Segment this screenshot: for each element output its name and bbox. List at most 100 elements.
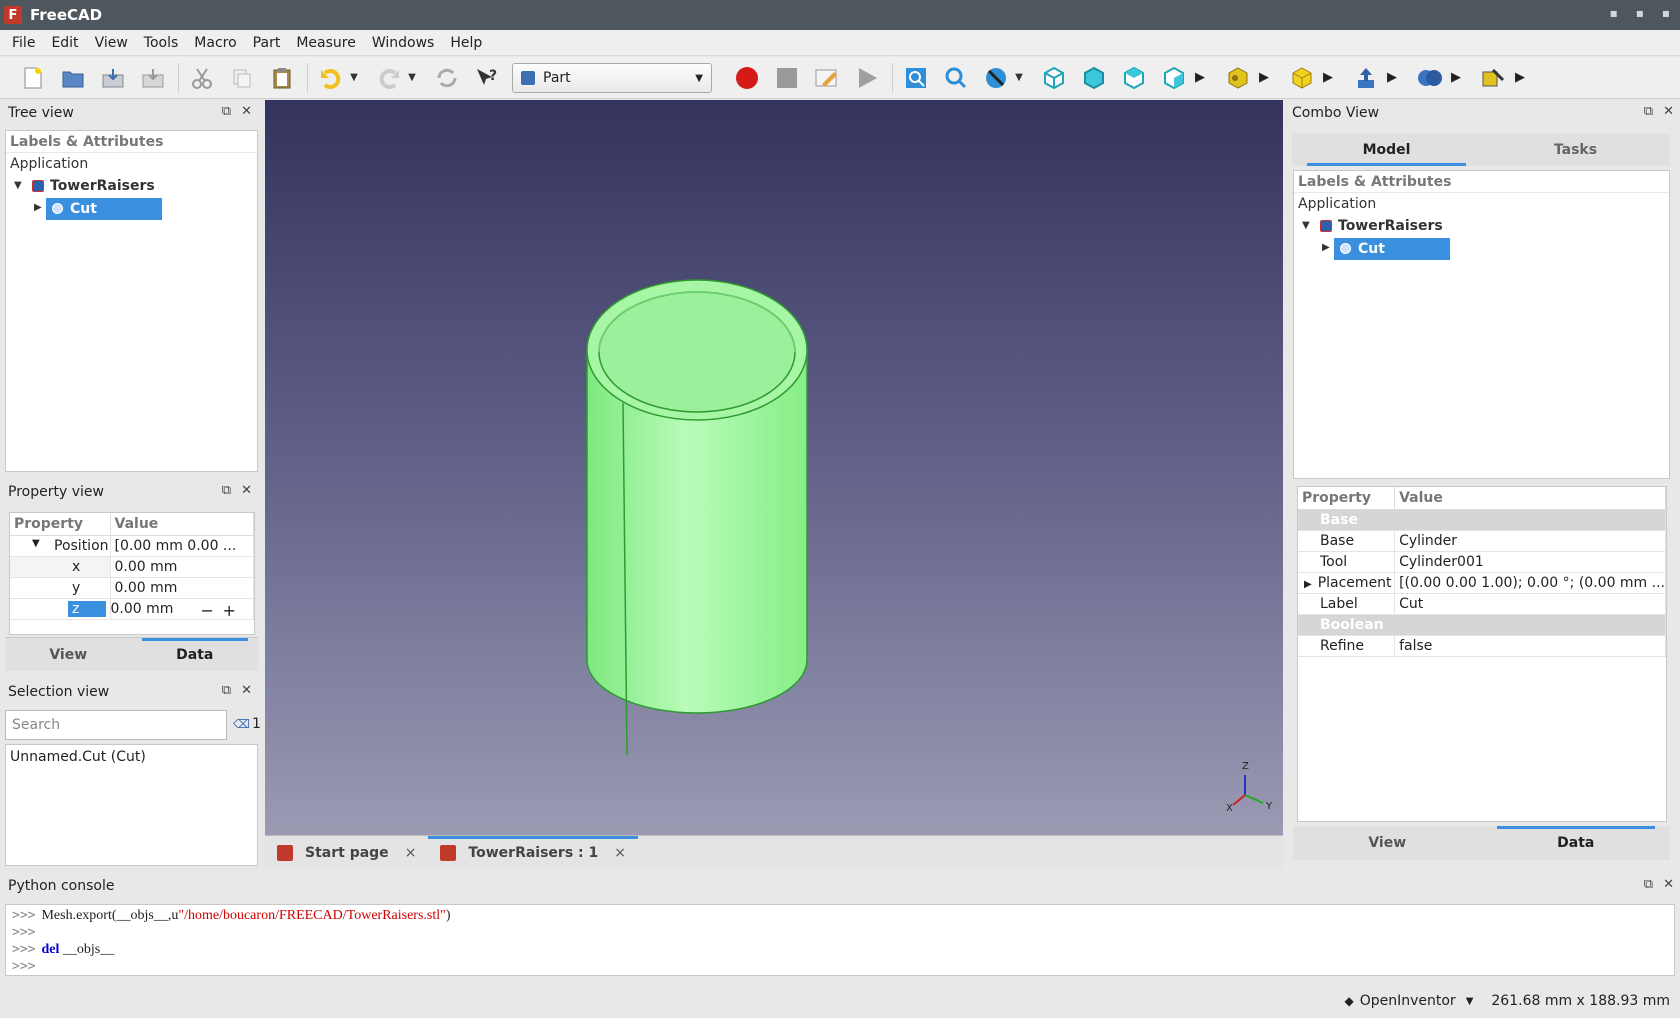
maximize-icon[interactable]: ▪ [1636, 6, 1644, 20]
selection-search-input[interactable] [5, 710, 227, 740]
property-value[interactable]: 0.00 mm [110, 556, 254, 578]
more-views-arrow-icon[interactable]: ▶ [1193, 70, 1207, 85]
tab-tasks[interactable]: Tasks [1481, 134, 1670, 166]
python-console[interactable]: >>> Mesh.export(__objs__,u"/home/boucaron… [5, 904, 1675, 976]
z-value-editor[interactable]: 0.00 mm − + [110, 598, 254, 620]
measure-icon[interactable] [1479, 63, 1509, 93]
undo-dropdown-icon[interactable]: ▼ [348, 72, 360, 83]
table-row[interactable]: x 0.00 mm [10, 556, 254, 578]
new-file-icon[interactable] [18, 63, 48, 93]
chevron-down-icon[interactable]: ▼ [1466, 996, 1474, 1007]
save-as-icon[interactable] [138, 63, 168, 93]
copy-icon[interactable] [227, 63, 257, 93]
float-panel-icon[interactable]: ⧉ [222, 683, 231, 698]
redo-icon[interactable] [374, 63, 404, 93]
plus-icon[interactable]: + [223, 601, 236, 619]
navigation-style-label[interactable]: OpenInventor [1360, 993, 1456, 1009]
front-view-icon[interactable] [1079, 63, 1109, 93]
minus-icon[interactable]: − [201, 601, 214, 619]
redo-dropdown-icon[interactable]: ▼ [406, 72, 418, 83]
property-value[interactable]: [(0.00 0.00 1.00); 0.00 °; (0.00 mm ... [1394, 572, 1666, 594]
tab-model[interactable]: Model [1292, 134, 1481, 166]
menu-edit[interactable]: Edit [43, 35, 86, 51]
more-measure-arrow-icon[interactable]: ▶ [1513, 70, 1527, 85]
menu-measure[interactable]: Measure [288, 35, 364, 51]
menu-part[interactable]: Part [245, 35, 289, 51]
table-row[interactable]: y 0.00 mm [10, 577, 254, 599]
collapse-arrow-icon[interactable]: ▼ [14, 175, 22, 197]
property-value[interactable]: 0.00 mm [110, 577, 254, 599]
menu-macro[interactable]: Macro [186, 35, 244, 51]
paste-icon[interactable] [267, 63, 297, 93]
float-panel-icon[interactable]: ⧉ [1644, 104, 1653, 119]
console-line[interactable]: >>> [12, 958, 1668, 975]
float-panel-icon[interactable]: ⧉ [1644, 877, 1653, 892]
edit-macro-icon[interactable] [812, 63, 842, 93]
top-view-icon[interactable] [1119, 63, 1149, 93]
undo-icon[interactable] [316, 63, 346, 93]
list-item[interactable]: Unnamed.Cut (Cut) [10, 749, 253, 765]
record-macro-icon[interactable] [732, 63, 762, 93]
property-value[interactable]: [0.00 mm 0.00 ... [110, 535, 254, 557]
part-box-icon[interactable] [1287, 63, 1317, 93]
minimize-icon[interactable]: ▪ [1610, 6, 1618, 20]
group-row[interactable]: Base [1298, 509, 1666, 531]
tab-data[interactable]: Data [1482, 826, 1671, 860]
collapse-arrow-icon[interactable]: ▼ [32, 538, 40, 549]
close-panel-icon[interactable]: ✕ [241, 683, 252, 698]
float-panel-icon[interactable]: ⧉ [222, 483, 231, 498]
whats-this-icon[interactable]: ? [472, 63, 502, 93]
menu-help[interactable]: Help [442, 35, 490, 51]
table-row[interactable]: ▼ Position [0.00 mm 0.00 ... [10, 535, 254, 557]
table-row[interactable]: ▶ Placement [(0.00 0.00 1.00); 0.00 °; (0… [1298, 572, 1666, 594]
close-panel-icon[interactable]: ✕ [1663, 877, 1674, 892]
3d-viewport[interactable]: Z Y X [265, 100, 1283, 835]
property-value[interactable]: Cylinder001 [1394, 551, 1666, 573]
tab-view[interactable]: View [5, 638, 132, 671]
table-row[interactable]: Base Cylinder [1298, 530, 1666, 552]
fit-selection-icon[interactable] [941, 63, 971, 93]
extrude-icon[interactable] [1351, 63, 1381, 93]
clear-search-icon[interactable]: ⌫ [233, 717, 250, 731]
close-panel-icon[interactable]: ✕ [241, 483, 252, 498]
more-tools-arrow-icon[interactable]: ▶ [1385, 70, 1399, 85]
tree-cut-selected[interactable]: Cut [1334, 238, 1450, 260]
tree-document-item[interactable]: ▼ TowerRaisers [6, 175, 257, 197]
close-window-icon[interactable]: ▪ [1662, 6, 1670, 20]
tab-start-page[interactable]: Start page × [265, 836, 428, 870]
more-boolean-arrow-icon[interactable]: ▶ [1449, 70, 1463, 85]
close-tab-icon[interactable]: × [405, 845, 417, 861]
right-view-icon[interactable] [1159, 63, 1189, 93]
isometric-view-icon[interactable] [1039, 63, 1069, 93]
table-row[interactable]: Refine false [1298, 635, 1666, 657]
z-value-input[interactable]: 0.00 mm [111, 601, 174, 617]
table-row[interactable]: Tool Cylinder001 [1298, 551, 1666, 573]
tree-cut-item[interactable]: ▶ Cut [1294, 237, 1669, 260]
tree-document-item[interactable]: ▼ TowerRaisers [1294, 215, 1669, 237]
menu-windows[interactable]: Windows [364, 35, 443, 51]
table-row[interactable]: Label Cut [1298, 593, 1666, 615]
group-row[interactable]: Boolean [1298, 614, 1666, 636]
property-value[interactable]: Cut [1394, 593, 1666, 615]
tab-view[interactable]: View [1293, 826, 1482, 860]
collapse-arrow-icon[interactable]: ▼ [1302, 215, 1310, 237]
refresh-icon[interactable] [432, 63, 462, 93]
more-solids-arrow-icon[interactable]: ▶ [1321, 70, 1335, 85]
save-icon[interactable] [98, 63, 128, 93]
float-panel-icon[interactable]: ⧉ [222, 104, 231, 119]
expand-arrow-icon[interactable]: ▶ [34, 197, 42, 219]
fit-all-icon[interactable] [901, 63, 931, 93]
more-primitives-arrow-icon[interactable]: ▶ [1257, 70, 1271, 85]
menu-tools[interactable]: Tools [136, 35, 187, 51]
workbench-selector[interactable]: Part ▼ [512, 62, 712, 93]
property-value[interactable]: false [1394, 635, 1666, 657]
menu-view[interactable]: View [87, 35, 136, 51]
tab-towerraisers[interactable]: TowerRaisers : 1 × [428, 835, 638, 870]
stop-macro-icon[interactable] [772, 63, 802, 93]
cut-icon[interactable] [187, 63, 217, 93]
execute-macro-icon[interactable] [852, 63, 882, 93]
menu-file[interactable]: File [4, 35, 43, 51]
close-panel-icon[interactable]: ✕ [241, 104, 252, 119]
draw-style-icon[interactable] [981, 63, 1011, 93]
close-tab-icon[interactable]: × [614, 845, 626, 861]
